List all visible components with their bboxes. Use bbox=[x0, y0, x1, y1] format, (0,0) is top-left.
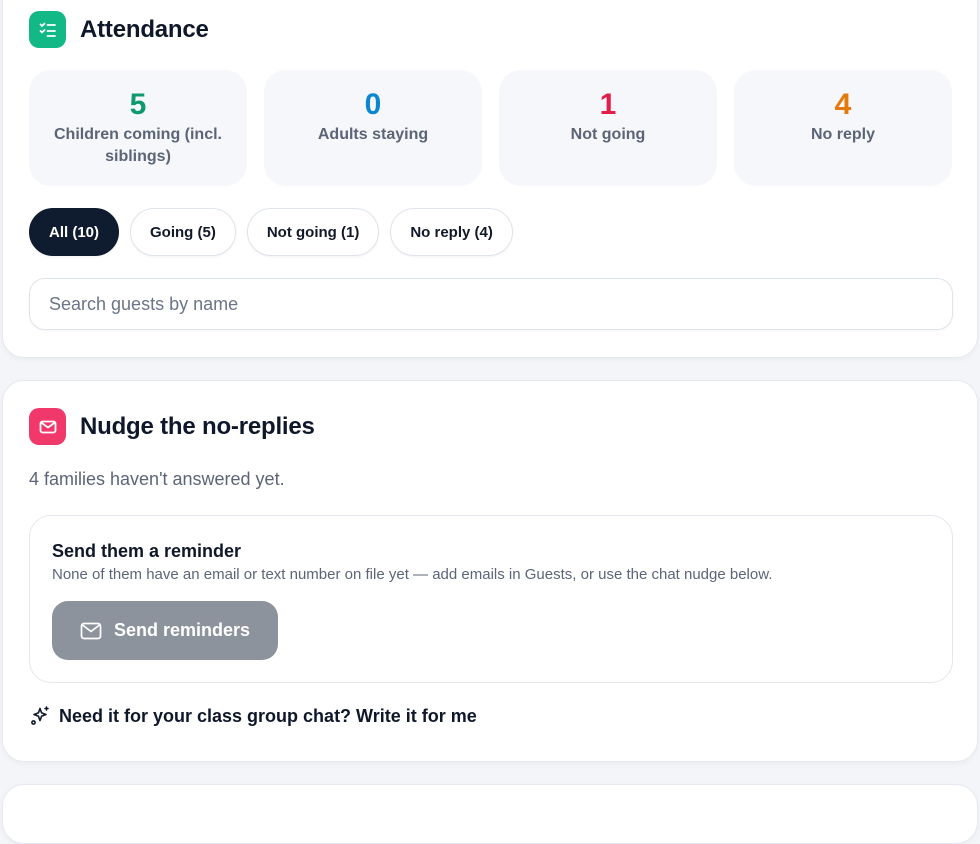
stat-label: Children coming (incl. siblings) bbox=[53, 126, 222, 165]
attendance-card: Attendance 5 Children coming (incl. sibl… bbox=[2, 0, 978, 358]
send-reminders-label: Send reminders bbox=[113, 620, 251, 640]
filter-all[interactable]: All (10) bbox=[29, 208, 120, 256]
write-link-label: Need it for your class group chat? Write… bbox=[59, 705, 477, 726]
send-reminders-button[interactable]: Send reminders bbox=[52, 601, 278, 660]
filter-going[interactable]: Going (5) bbox=[130, 208, 236, 256]
attendance-title: Attendance bbox=[80, 15, 209, 43]
write-it-for-me-link[interactable]: Need it for your class group chat? Write… bbox=[29, 705, 477, 727]
attendance-stats: 5 Children coming (incl. siblings) 0 Adu… bbox=[29, 70, 952, 186]
mail-icon bbox=[29, 408, 66, 445]
filter-not-going[interactable]: Not going (1) bbox=[246, 208, 380, 256]
stat-value: 1 bbox=[599, 88, 617, 121]
stat-label: Adults staying bbox=[317, 126, 429, 143]
search-guests-input[interactable] bbox=[29, 278, 953, 330]
reminder-title: Send them a reminder bbox=[52, 541, 242, 561]
reminder-description: None of them have an email or text numbe… bbox=[52, 566, 773, 583]
stat-value: 0 bbox=[364, 88, 382, 121]
stat-not-going: 1 Not going bbox=[499, 70, 717, 186]
stat-label: Not going bbox=[570, 126, 646, 143]
filter-no-reply[interactable]: No reply (4) bbox=[390, 208, 513, 256]
stat-children-coming: 5 Children coming (incl. siblings) bbox=[29, 70, 247, 186]
attendance-header: Attendance bbox=[29, 11, 209, 48]
stat-value: 5 bbox=[129, 88, 147, 121]
filter-tabs: All (10) Going (5) Not going (1) No repl… bbox=[29, 208, 513, 256]
nudge-header: Nudge the no-replies bbox=[29, 408, 315, 445]
reminder-panel: Send them a reminder None of them have a… bbox=[29, 515, 953, 683]
checklist-icon bbox=[29, 11, 66, 48]
sparkles-icon bbox=[29, 705, 51, 727]
next-card bbox=[2, 784, 978, 844]
stat-no-reply: 4 No reply bbox=[734, 70, 952, 186]
stat-adults-staying: 0 Adults staying bbox=[264, 70, 482, 186]
nudge-card: Nudge the no-replies 4 families haven't … bbox=[2, 380, 978, 762]
stat-value: 4 bbox=[834, 88, 852, 121]
stat-label: No reply bbox=[810, 126, 875, 143]
mail-icon bbox=[80, 622, 102, 640]
nudge-title: Nudge the no-replies bbox=[80, 412, 315, 440]
nudge-subtitle: 4 families haven't answered yet. bbox=[29, 469, 285, 489]
